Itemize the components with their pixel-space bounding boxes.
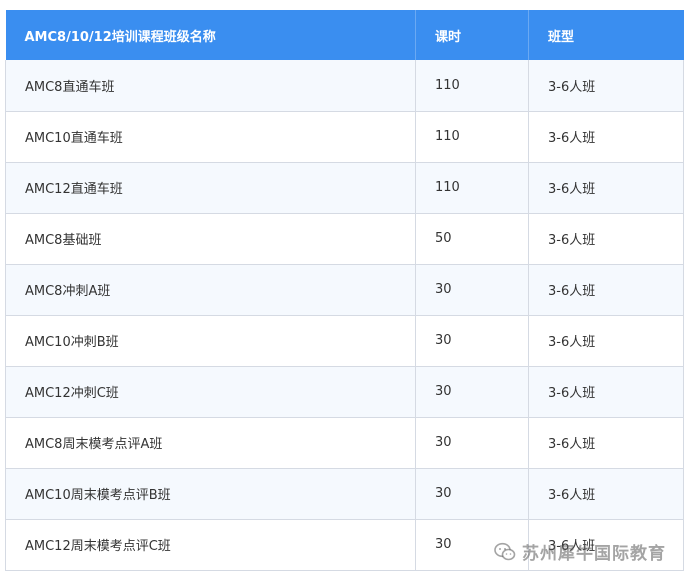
cell-hours: 30 xyxy=(415,264,529,316)
cell-class-type: 3-6人班 xyxy=(528,264,684,316)
cell-hours: 50 xyxy=(415,213,529,265)
table-row: AMC12冲刺C班 30 3-6人班 xyxy=(5,366,684,418)
table-row: AMC10冲刺B班 30 3-6人班 xyxy=(5,315,684,367)
cell-class-type: 3-6人班 xyxy=(528,111,684,163)
table-header-row: AMC8/10/12培训课程班级名称 课时 班型 xyxy=(5,10,684,60)
table-row: AMC8冲刺A班 30 3-6人班 xyxy=(5,264,684,316)
page: AMC8/10/12培训课程班级名称 课时 班型 AMC8直通车班 110 3-… xyxy=(0,0,688,578)
cell-course-name: AMC10直通车班 xyxy=(5,111,416,163)
cell-course-name: AMC12冲刺C班 xyxy=(5,366,416,418)
header-hours: 课时 xyxy=(415,10,529,60)
cell-hours: 110 xyxy=(415,111,529,163)
table-row: AMC12直通车班 110 3-6人班 xyxy=(5,162,684,214)
cell-hours: 30 xyxy=(415,366,529,418)
wechat-icon xyxy=(494,542,516,562)
cell-hours: 30 xyxy=(415,315,529,367)
cell-class-type: 3-6人班 xyxy=(528,162,684,214)
cell-class-type: 3-6人班 xyxy=(528,60,684,112)
cell-class-type: 3-6人班 xyxy=(528,468,684,520)
table-row: AMC10周末模考点评B班 30 3-6人班 xyxy=(5,468,684,520)
course-table: AMC8/10/12培训课程班级名称 课时 班型 AMC8直通车班 110 3-… xyxy=(5,10,684,571)
cell-course-name: AMC8基础班 xyxy=(5,213,416,265)
cell-course-name: AMC8周末模考点评A班 xyxy=(5,417,416,469)
table-row: AMC8周末模考点评A班 30 3-6人班 xyxy=(5,417,684,469)
header-class-type: 班型 xyxy=(528,10,684,60)
table-row: AMC8直通车班 110 3-6人班 xyxy=(5,60,684,112)
watermark-text: 苏州犀牛国际教育 xyxy=(522,544,666,564)
cell-course-name: AMC12周末模考点评C班 xyxy=(5,519,416,571)
watermark: 苏州犀牛国际教育 xyxy=(494,539,666,564)
cell-hours: 110 xyxy=(415,162,529,214)
cell-class-type: 3-6人班 xyxy=(528,417,684,469)
cell-course-name: AMC10冲刺B班 xyxy=(5,315,416,367)
cell-hours: 30 xyxy=(415,468,529,520)
header-course-name: AMC8/10/12培训课程班级名称 xyxy=(5,10,416,60)
cell-hours: 30 xyxy=(415,417,529,469)
cell-class-type: 3-6人班 xyxy=(528,213,684,265)
cell-hours: 110 xyxy=(415,60,529,112)
cell-course-name: AMC8直通车班 xyxy=(5,60,416,112)
cell-class-type: 3-6人班 xyxy=(528,366,684,418)
cell-class-type: 3-6人班 xyxy=(528,315,684,367)
cell-course-name: AMC10周末模考点评B班 xyxy=(5,468,416,520)
table-row: AMC10直通车班 110 3-6人班 xyxy=(5,111,684,163)
table-row: AMC8基础班 50 3-6人班 xyxy=(5,213,684,265)
cell-course-name: AMC12直通车班 xyxy=(5,162,416,214)
cell-course-name: AMC8冲刺A班 xyxy=(5,264,416,316)
